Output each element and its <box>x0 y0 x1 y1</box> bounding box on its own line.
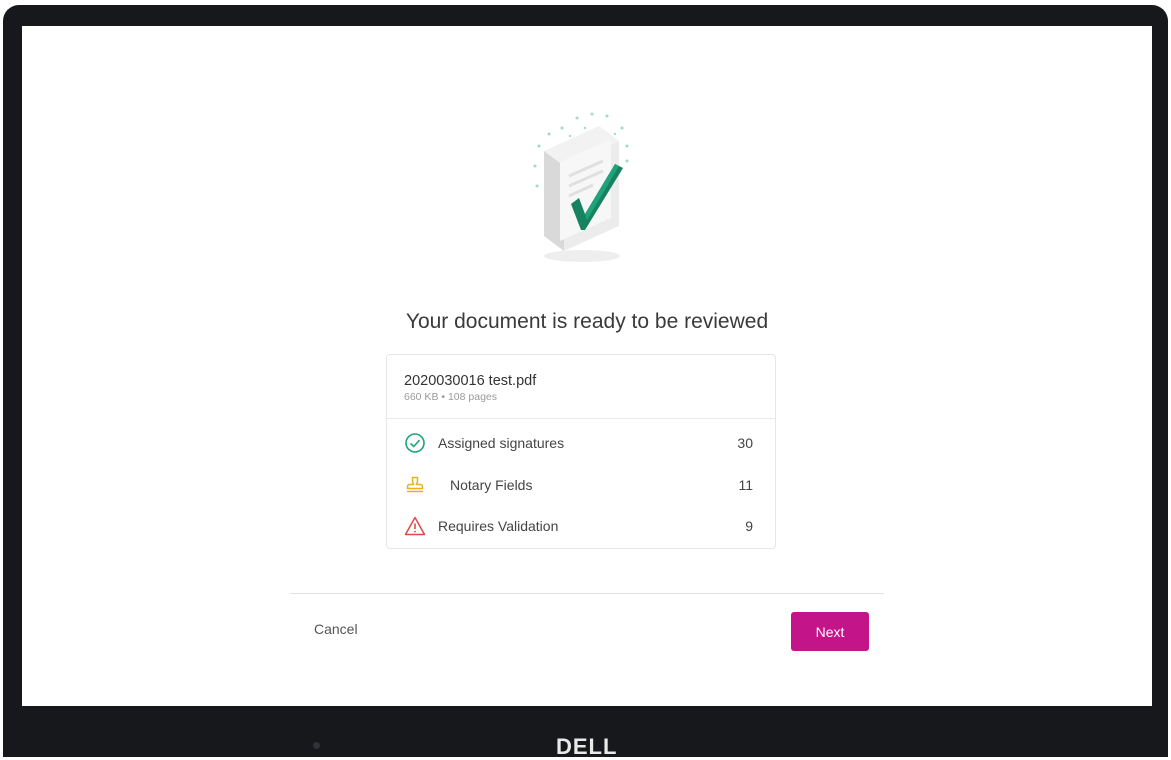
check-circle-icon <box>405 433 425 453</box>
cancel-button[interactable]: Cancel <box>314 621 358 637</box>
document-summary-card: 2020030016 test.pdf 660 KB • 108 pages A… <box>386 354 776 549</box>
summary-label: Notary Fields <box>450 477 533 493</box>
brand-logo: DELL <box>556 734 618 759</box>
document-check-illustration <box>533 112 629 262</box>
summary-count: 30 <box>737 435 753 451</box>
summary-count: 11 <box>738 477 753 493</box>
summary-row-signatures: Assigned signatures 30 <box>404 429 753 457</box>
warning-triangle-icon <box>404 516 426 536</box>
summary-label: Requires Validation <box>438 518 559 534</box>
stamp-icon <box>406 476 424 493</box>
summary-label: Assigned signatures <box>438 435 565 451</box>
file-info: 2020030016 test.pdf 660 KB • 108 pages <box>387 355 775 419</box>
file-name: 2020030016 test.pdf <box>404 373 537 389</box>
summary-count: 9 <box>745 518 753 534</box>
next-button[interactable]: Next <box>791 612 869 651</box>
screen: Your document is ready to be reviewed 20… <box>22 26 1152 706</box>
page-title: Your document is ready to be reviewed <box>405 310 769 333</box>
summary-row-validation: Requires Validation 9 <box>404 512 753 540</box>
footer-divider <box>290 593 884 594</box>
file-meta: 660 KB • 108 pages <box>404 391 497 403</box>
webcam-indicator <box>313 742 320 749</box>
summary-row-notary: Notary Fields 11 <box>404 471 753 499</box>
